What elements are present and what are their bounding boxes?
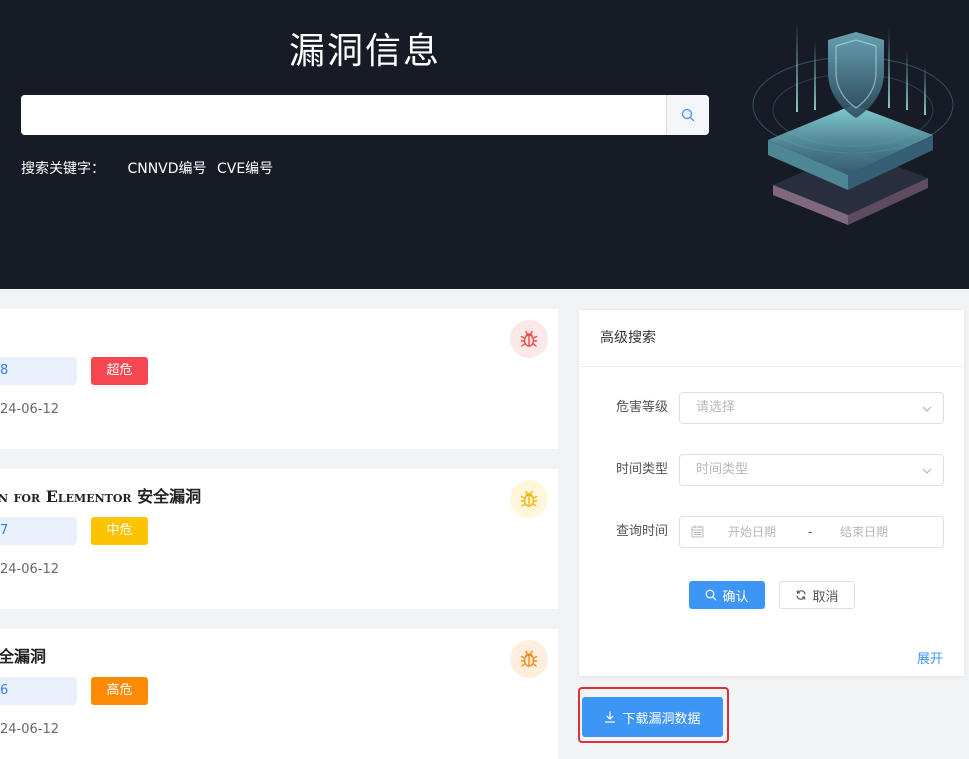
severity-badge — [510, 480, 548, 518]
hero-banner: 漏洞信息 搜索关键字： CNNVD编号 CVE编号 — [0, 0, 969, 289]
vulnerability-id: 7 — [0, 517, 77, 545]
query-time-label: 查询时间 — [615, 524, 668, 539]
range-separator: - — [808, 525, 813, 539]
severity-badge — [510, 320, 548, 358]
end-date-input[interactable]: 结束日期 — [840, 517, 888, 547]
download-label: 下载漏洞数据 — [622, 711, 701, 727]
vulnerability-card[interactable]: 全漏洞 6 高危 24-06-12 — [0, 629, 558, 759]
download-icon — [605, 711, 616, 723]
confirm-button[interactable]: 确认 — [689, 581, 765, 609]
cancel-button[interactable]: 取消 — [779, 581, 855, 609]
vulnerability-id: 6 — [0, 677, 77, 705]
page-title: 漏洞信息 — [288, 31, 441, 72]
severity-tag: 超危 — [91, 357, 148, 385]
vulnerability-card[interactable]: n for Elementor 安全漏洞 7 中危 24-06-12 — [0, 469, 558, 609]
bug-icon — [520, 650, 538, 667]
keyword-cnnvd[interactable]: CNNVD编号 — [127, 161, 206, 177]
confirm-label: 确认 — [722, 589, 749, 605]
start-date-input[interactable]: 开始日期 — [728, 517, 776, 547]
keywords-label: 搜索关键字： — [21, 161, 105, 177]
date-range-picker[interactable]: 开始日期 - 结束日期 — [679, 516, 944, 548]
chevron-down-icon — [922, 406, 932, 412]
expand-link[interactable]: 展开 — [917, 648, 943, 667]
download-button[interactable]: 下载漏洞数据 — [582, 697, 723, 737]
chevron-down-icon — [922, 468, 932, 474]
advanced-search-title: 高级搜索 — [579, 310, 964, 367]
cancel-label: 取消 — [812, 589, 839, 605]
severity-badge — [510, 640, 548, 678]
security-shield-illustration — [752, 22, 954, 225]
query-time-row: 查询时间 开始日期 - 结束日期 — [579, 516, 964, 548]
search-input[interactable] — [21, 95, 666, 135]
time-type-label: 时间类型 — [615, 462, 668, 477]
time-type-placeholder: 时间类型 — [696, 462, 749, 477]
publish-date: 24-06-12 — [0, 722, 60, 737]
time-type-select[interactable]: 时间类型 — [679, 454, 944, 486]
publish-date: 24-06-12 — [0, 562, 60, 577]
bug-icon — [520, 330, 538, 347]
search-button[interactable] — [666, 95, 709, 135]
vulnerability-title[interactable]: n for Elementor 安全漏洞 — [0, 483, 201, 507]
refresh-icon — [796, 590, 807, 600]
vulnerability-card[interactable]: 8 超危 24-06-12 — [0, 309, 558, 449]
search-keywords: 搜索关键字： CNNVD编号 CVE编号 — [21, 158, 279, 178]
severity-tag: 高危 — [91, 677, 148, 705]
time-type-row: 时间类型 时间类型 — [579, 454, 964, 486]
calendar-icon — [691, 525, 704, 538]
vulnerability-id: 8 — [0, 357, 77, 385]
bug-icon — [520, 490, 538, 507]
severity-placeholder: 请选择 — [696, 400, 736, 415]
keyword-cve[interactable]: CVE编号 — [217, 161, 273, 177]
publish-date: 24-06-12 — [0, 402, 60, 417]
search-box — [21, 95, 709, 135]
advanced-search-panel: 高级搜索 危害等级 请选择 时间类型 时间类型 查询时间 开始日期 - 结束日期 — [579, 310, 964, 676]
severity-row: 危害等级 请选择 — [579, 392, 964, 424]
search-icon — [706, 589, 717, 601]
severity-select[interactable]: 请选择 — [679, 392, 944, 424]
search-icon — [681, 108, 695, 122]
severity-tag: 中危 — [91, 517, 148, 545]
severity-label: 危害等级 — [615, 400, 668, 415]
vulnerability-title[interactable]: 全漏洞 — [0, 643, 46, 667]
